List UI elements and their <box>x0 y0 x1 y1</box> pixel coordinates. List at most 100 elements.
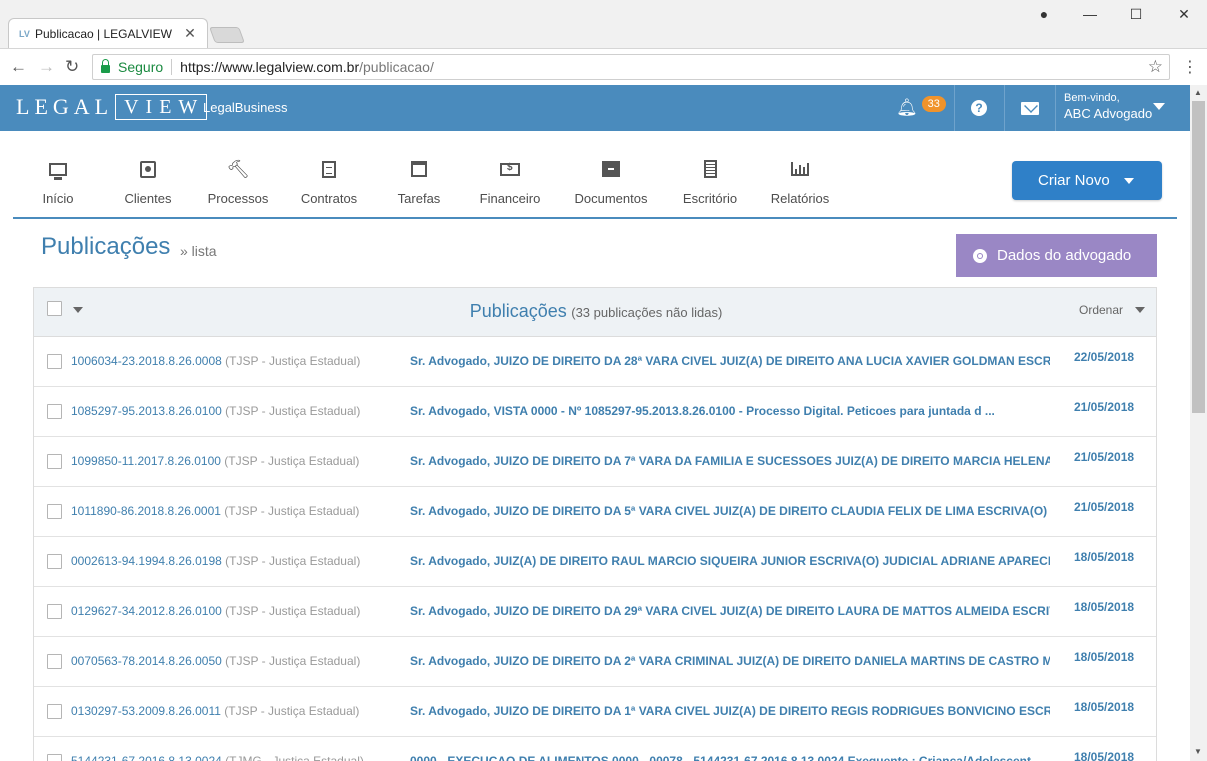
page-scrollbar[interactable]: ▲ ▼ <box>1190 85 1207 761</box>
nav-item-financeiro[interactable]: Financeiro <box>465 157 555 207</box>
create-new-label: Criar Novo <box>1038 172 1110 189</box>
nav-item-clientes[interactable]: Clientes <box>103 157 193 206</box>
table-row[interactable]: 1085297-95.2013.8.26.0100 (TJSP - Justiç… <box>34 387 1156 437</box>
table-row[interactable]: 5144231-67.2016.8.13.0024 (TJMG - Justiç… <box>34 737 1156 761</box>
nav-item-documentos[interactable]: Documentos <box>566 157 656 206</box>
sort-dropdown[interactable]: Ordenar <box>1079 303 1123 317</box>
case-number[interactable]: 1006034-23.2018.8.26.0008 (TJSP - Justiç… <box>71 354 360 368</box>
url-host: https://www.legalview.com.br <box>180 59 360 75</box>
bookmark-star-icon[interactable]: ☆ <box>1148 57 1163 77</box>
maximize-button[interactable]: ☐ <box>1116 6 1156 23</box>
case-number-value[interactable]: 0070563-78.2014.8.26.0050 <box>71 654 222 668</box>
user-menu[interactable]: Bem-vindo, ABC Advogado <box>1064 92 1152 121</box>
case-number[interactable]: 0130297-53.2009.8.26.0011 (TJSP - Justiç… <box>71 704 359 718</box>
row-checkbox[interactable] <box>47 704 62 719</box>
nav-item-tarefas[interactable]: Tarefas <box>374 157 464 206</box>
chevron-down-icon[interactable] <box>1135 307 1145 313</box>
browser-menu-icon[interactable]: ⋮ <box>1182 57 1198 77</box>
publication-text[interactable]: Sr. Advogado, JUIZO DE DIREITO DA 1ª VAR… <box>410 704 1050 718</box>
lawyer-data-button[interactable]: Dados do advogado <box>956 234 1157 277</box>
minimize-button[interactable]: — <box>1070 6 1110 22</box>
case-number[interactable]: 5144231-67.2016.8.13.0024 (TJMG - Justiç… <box>71 754 364 761</box>
table-row[interactable]: 0129627-34.2012.8.26.0100 (TJSP - Justiç… <box>34 587 1156 637</box>
case-number[interactable]: 0070563-78.2014.8.26.0050 (TJSP - Justiç… <box>71 654 360 668</box>
contact-card-icon <box>140 160 156 178</box>
archive-icon <box>602 161 620 177</box>
nav-item-escritorio[interactable]: Escritório <box>665 157 755 206</box>
case-number-value[interactable]: 5144231-67.2016.8.13.0024 <box>71 754 222 761</box>
row-checkbox[interactable] <box>47 454 62 469</box>
tab-close-icon[interactable]: ✕ <box>183 25 197 42</box>
case-number[interactable]: 1085297-95.2013.8.26.0100 (TJSP - Justiç… <box>71 404 360 418</box>
publication-text[interactable]: Sr. Advogado, JUIZO DE DIREITO DA 29ª VA… <box>410 604 1050 618</box>
publication-text[interactable]: Sr. Advogado, VISTA 0000 - Nº 1085297-95… <box>410 404 1050 418</box>
scroll-down-icon[interactable]: ▼ <box>1194 747 1202 756</box>
case-number-value[interactable]: 1099850-11.2017.8.26.0100 <box>71 454 221 468</box>
table-row[interactable]: 1099850-11.2017.8.26.0100 (TJSP - Justiç… <box>34 437 1156 487</box>
case-number[interactable]: 1099850-11.2017.8.26.0100 (TJSP - Justiç… <box>71 454 359 468</box>
row-checkbox[interactable] <box>47 354 62 369</box>
scroll-up-icon[interactable]: ▲ <box>1194 88 1202 97</box>
case-number[interactable]: 1011890-86.2018.8.26.0001 (TJSP - Justiç… <box>71 504 359 518</box>
publication-text[interactable]: Sr. Advogado, JUIZ(A) DE DIREITO RAUL MA… <box>410 554 1050 568</box>
reload-icon[interactable]: ↻ <box>65 57 79 77</box>
court-name: (TJSP - Justiça Estadual) <box>224 704 360 718</box>
case-number-value[interactable]: 0130297-53.2009.8.26.0011 <box>71 704 221 718</box>
row-checkbox[interactable] <box>47 554 62 569</box>
publication-text[interactable]: Sr. Advogado, JUIZO DE DIREITO DA 28ª VA… <box>410 354 1050 368</box>
nav-item-contratos[interactable]: Contratos <box>284 157 374 206</box>
nav-item-inicio[interactable]: Início <box>13 157 103 206</box>
panel-header: Publicações (33 publicações não lidas) O… <box>34 288 1156 337</box>
nav-label: Processos <box>207 191 269 206</box>
address-bar[interactable]: Seguro https://www.legalview.com.br /pub… <box>92 54 1170 80</box>
case-number[interactable]: 0002613-94.1994.8.26.0198 (TJSP - Justiç… <box>71 554 360 568</box>
back-arrow-icon[interactable]: ← <box>10 57 27 77</box>
table-row[interactable]: 0130297-53.2009.8.26.0011 (TJSP - Justiç… <box>34 687 1156 737</box>
row-checkbox[interactable] <box>47 604 62 619</box>
publication-date: 22/05/2018 <box>1074 350 1135 364</box>
court-name: (TJSP - Justiça Estadual) <box>224 504 360 518</box>
row-checkbox[interactable] <box>47 404 62 419</box>
profile-icon[interactable]: ● <box>1024 6 1064 22</box>
case-number-value[interactable]: 1085297-95.2013.8.26.0100 <box>71 404 222 418</box>
chevron-down-icon[interactable] <box>1153 103 1165 110</box>
messages-button[interactable] <box>1005 85 1055 131</box>
scrollbar-thumb[interactable] <box>1192 101 1205 413</box>
help-button[interactable]: ? <box>955 85 1003 131</box>
lawyer-data-label: Dados do advogado <box>997 247 1132 264</box>
user-name: ABC Advogado <box>1064 106 1153 121</box>
case-number[interactable]: 0129627-34.2012.8.26.0100 (TJSP - Justiç… <box>71 604 360 618</box>
nav-item-processos[interactable]: 🔨︎ Processos <box>193 157 283 207</box>
new-tab-button[interactable] <box>209 27 245 43</box>
bar-chart-icon <box>791 162 809 176</box>
table-row[interactable]: 1011890-86.2018.8.26.0001 (TJSP - Justiç… <box>34 487 1156 537</box>
create-new-button[interactable]: Criar Novo <box>1012 161 1162 200</box>
nav-item-relatorios[interactable]: Relatórios <box>755 157 845 206</box>
logo-left: LEGAL <box>16 94 114 119</box>
publication-text[interactable]: Sr. Advogado, JUIZO DE DIREITO DA 5ª VAR… <box>410 504 1050 518</box>
money-icon <box>500 162 520 176</box>
row-checkbox[interactable] <box>47 504 62 519</box>
publication-date: 21/05/2018 <box>1074 500 1135 514</box>
table-row[interactable]: 0002613-94.1994.8.26.0198 (TJSP - Justiç… <box>34 537 1156 587</box>
publication-text[interactable]: 0000 - EXECUCAO DE ALIMENTOS 0000 - 0007… <box>410 754 1050 761</box>
row-checkbox[interactable] <box>47 654 62 669</box>
publication-text[interactable]: Sr. Advogado, JUIZO DE DIREITO DA 2ª VAR… <box>410 654 1050 668</box>
row-checkbox[interactable] <box>47 754 62 761</box>
forward-arrow-icon[interactable]: → <box>38 57 55 77</box>
notifications-button[interactable]: 🔔︎ 33 <box>888 85 954 131</box>
court-name: (TJSP - Justiça Estadual) <box>225 554 361 568</box>
case-number-value[interactable]: 1006034-23.2018.8.26.0008 <box>71 354 222 368</box>
case-number-value[interactable]: 1011890-86.2018.8.26.0001 <box>71 504 221 518</box>
logo[interactable]: LEGAL VIEW <box>16 94 208 120</box>
browser-tab[interactable]: LV Publicacao | LEGALVIEW ✕ <box>8 18 208 48</box>
breadcrumb: » lista <box>180 243 217 259</box>
court-name: (TJSP - Justiça Estadual) <box>225 604 361 618</box>
table-row[interactable]: 1006034-23.2018.8.26.0008 (TJSP - Justiç… <box>34 337 1156 387</box>
case-number-value[interactable]: 0002613-94.1994.8.26.0198 <box>71 554 222 568</box>
case-number-value[interactable]: 0129627-34.2012.8.26.0100 <box>71 604 222 618</box>
unread-count: (33 publicações não lidas) <box>571 305 723 320</box>
publication-text[interactable]: Sr. Advogado, JUIZO DE DIREITO DA 7ª VAR… <box>410 454 1050 468</box>
table-row[interactable]: 0070563-78.2014.8.26.0050 (TJSP - Justiç… <box>34 637 1156 687</box>
close-window-button[interactable]: ✕ <box>1164 6 1204 23</box>
